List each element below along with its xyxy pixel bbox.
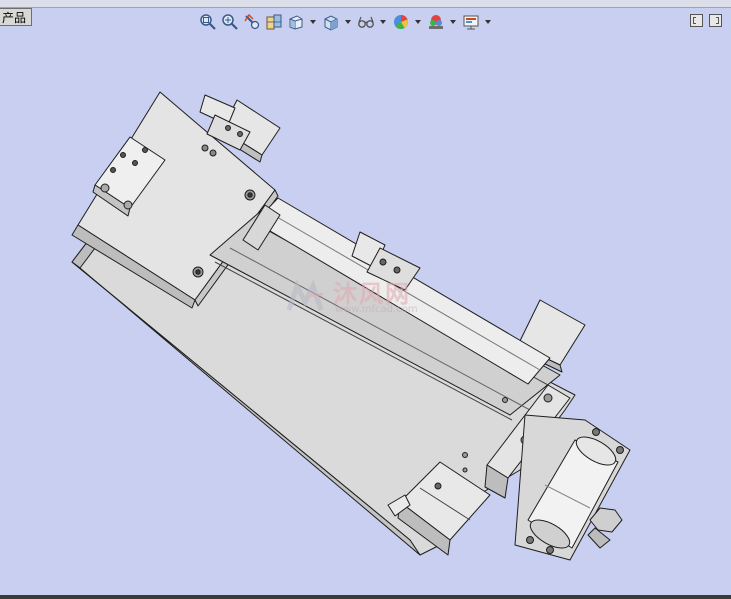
graphics-viewport[interactable]: 产品 沐风网 www.mfcad.com [0, 0, 731, 599]
status-strip [0, 595, 731, 599]
linear-slide-assembly [71, 91, 631, 561]
cad-model-canvas[interactable] [0, 0, 731, 599]
